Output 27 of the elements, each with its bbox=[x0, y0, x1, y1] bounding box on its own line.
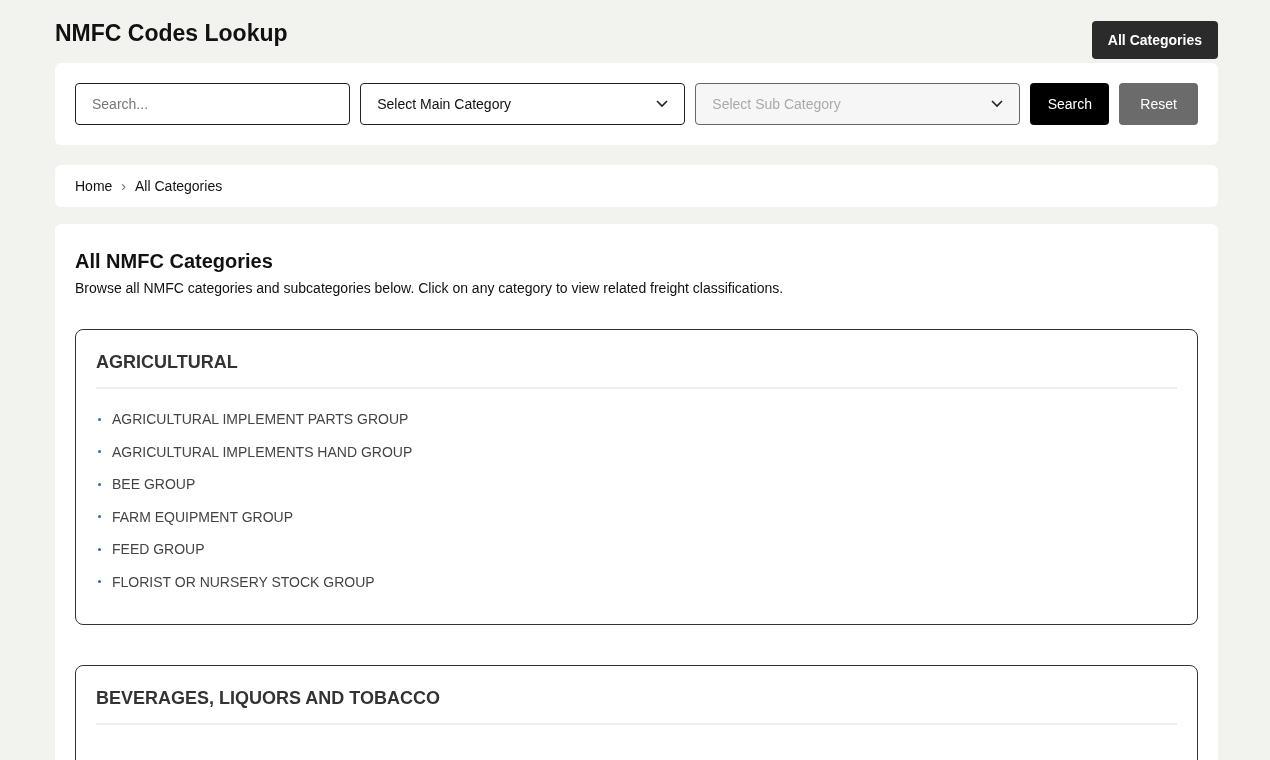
reset-button[interactable]: Reset bbox=[1119, 83, 1199, 125]
bullet-icon bbox=[98, 547, 101, 551]
chevron-down-icon bbox=[656, 100, 669, 108]
subcategory-link[interactable]: FEED GROUP bbox=[112, 541, 205, 558]
bullet-icon bbox=[98, 515, 101, 519]
bullet-icon bbox=[98, 450, 101, 454]
search-field[interactable]: Search... bbox=[75, 83, 351, 125]
page-title: NMFC Codes Lookup bbox=[55, 21, 288, 45]
bullet-icon bbox=[98, 417, 101, 421]
breadcrumb-separator: › bbox=[121, 178, 127, 194]
breadcrumb-link[interactable]: Home bbox=[75, 178, 113, 194]
subcategory-link[interactable]: FARM EQUIPMENT GROUP bbox=[112, 508, 293, 525]
search-button[interactable]: Search bbox=[1030, 83, 1110, 125]
subcategory-link[interactable]: AGRICULTURAL IMPLEMENTS HAND GROUP bbox=[112, 443, 413, 460]
bullet-icon bbox=[98, 482, 101, 486]
section-title: All NMFC Categories bbox=[75, 250, 274, 273]
section-description: Browse all NMFC categories and subcategories below. Click on any category to view related freight classifications. bbox=[75, 280, 785, 296]
subcategory-link[interactable]: FLORIST OR NURSERY STOCK GROUP bbox=[112, 573, 375, 590]
chevron-down-icon bbox=[991, 100, 1004, 108]
category-title[interactable]: BEVERAGES, LIQUORS AND TOBACCO bbox=[96, 688, 1177, 725]
category-title[interactable]: AGRICULTURAL bbox=[96, 352, 1177, 389]
bullet-icon bbox=[98, 580, 101, 584]
all-categories-button[interactable]: All Categories bbox=[1091, 21, 1218, 59]
subcategory-link[interactable]: AGRICULTURAL IMPLEMENT PARTS GROUP bbox=[112, 411, 409, 428]
breadcrumb-current: All Categories bbox=[135, 178, 223, 194]
subcategory-link[interactable]: BEE GROUP bbox=[112, 476, 196, 493]
category-select[interactable]: Select Main Category bbox=[360, 83, 686, 125]
